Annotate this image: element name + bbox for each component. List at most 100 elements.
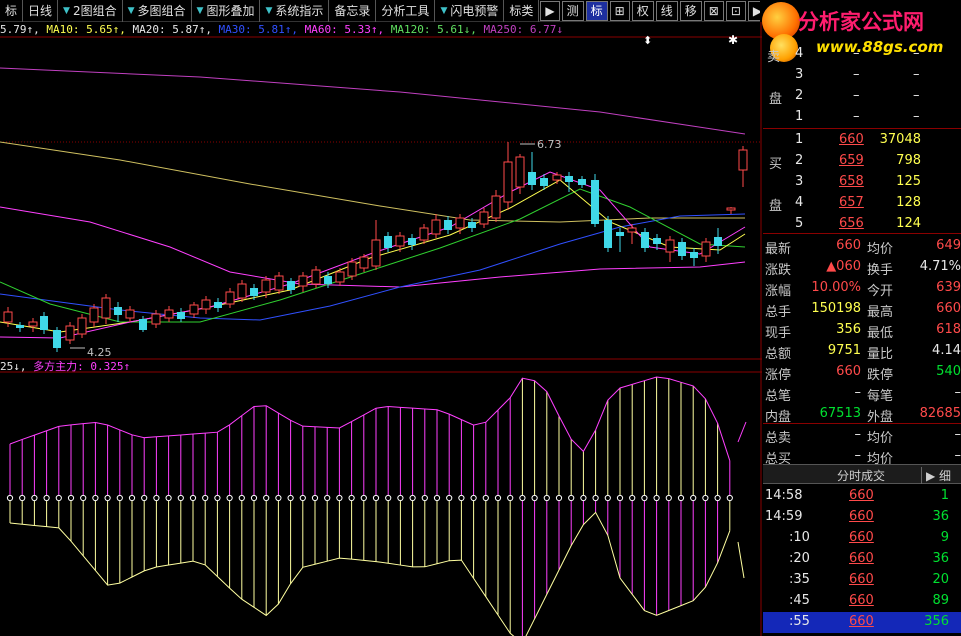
star-marker-icon: ✱ [728, 33, 738, 47]
tick-time: :45 [789, 593, 810, 608]
indicator-dot [604, 494, 611, 502]
candle-body [214, 302, 222, 308]
candle-body [665, 239, 675, 253]
toolbar-button-8[interactable]: ▼ 闪电预警 [435, 0, 505, 22]
measure-icon[interactable]: 测 [561, 1, 584, 21]
candle-body [359, 256, 369, 269]
indicator-dot [592, 494, 599, 502]
frame-icon[interactable]: ⊡ [725, 1, 746, 21]
dropdown-caret-icon: ▼ [440, 5, 448, 16]
indicator-dot [311, 494, 319, 502]
stat-row: 现手 356 最低 618 [763, 320, 961, 341]
tick-row: :55 660 356 [763, 612, 961, 633]
toolbar-button-5[interactable]: ▼ 系统指示 [260, 0, 330, 22]
level-number: 3 [795, 174, 804, 189]
stat-label: 最低 [867, 326, 894, 341]
indicator-dot [555, 494, 563, 502]
candle-body [491, 195, 501, 219]
candle-body [552, 174, 562, 181]
buy-level-row: 5 656 124 [763, 214, 961, 235]
stat-label: 均价 [867, 242, 894, 257]
stat-value: 649 [936, 238, 961, 253]
indicator-upper-line [9, 376, 731, 461]
mark-icon[interactable]: 标 [585, 1, 608, 21]
toolbar-button-label: 标 [5, 3, 18, 18]
candle-body [604, 220, 612, 248]
indicator-dot [214, 494, 221, 502]
move-icon[interactable]: 移 [679, 1, 702, 21]
dropdown-caret-icon: ▼ [127, 5, 135, 16]
level-number: 1 [795, 132, 804, 147]
stat-row: 总额 9751 量比 4.14 [763, 341, 961, 362]
indicator-dot [336, 494, 343, 502]
stat-value: – [854, 427, 862, 442]
candle-body [335, 271, 345, 283]
tick-volume: 89 [932, 593, 949, 608]
indicator-dot [726, 494, 733, 502]
legend-item: MA60: 5.33↑, [298, 23, 385, 36]
toolbar-button-7[interactable]: 分析工具 [376, 0, 436, 22]
tick-price: 660 [849, 572, 874, 587]
ticks-header-label[interactable]: 分时成交 [837, 467, 885, 484]
indicator-dot [141, 494, 148, 502]
indicator-dot [714, 494, 721, 502]
level-number: 4 [795, 46, 804, 61]
high-price-label: 6.73 [537, 138, 562, 151]
stat-label: 总手 [765, 305, 792, 320]
indicator-dot [409, 494, 416, 502]
level-price: – [853, 46, 860, 61]
tick-price: 660 [849, 614, 874, 629]
candle-body [395, 235, 405, 247]
stat-value: – [954, 427, 961, 442]
candle-body [65, 325, 75, 341]
kline-chart[interactable]: 6.734.25⬍ ✱ [0, 22, 762, 636]
candle-body [311, 269, 321, 285]
indicator-dot [116, 494, 123, 502]
stat-value: 356 [836, 322, 861, 337]
play-icon[interactable]: ▶ [540, 1, 560, 21]
indicator-dot [189, 494, 197, 502]
toolbar-button-label: 系统指示 [275, 3, 324, 18]
indicator-dot [433, 494, 441, 502]
candle-body [371, 239, 381, 267]
stat-label: 总额 [765, 347, 792, 362]
toolbar-button-3[interactable]: ▼ 多图组合 [123, 0, 192, 22]
indicator-dot [177, 494, 184, 502]
indicator-dot [421, 494, 428, 502]
toolbar-button-0[interactable]: 标 [0, 0, 24, 22]
level-volume: – [913, 88, 920, 103]
candle-body [201, 299, 211, 310]
stat-label: 最高 [867, 305, 894, 320]
stat-label: 今开 [867, 284, 894, 299]
ticks-detail-button[interactable]: ▶ 细 [921, 467, 951, 484]
line-icon[interactable]: 线 [655, 1, 678, 21]
candle-body [419, 227, 429, 241]
tick-price: 660 [849, 488, 874, 503]
stat-row: 总笔 – 每笔 – [763, 383, 961, 404]
legend-item: MA20: 5.87↑, [125, 23, 212, 36]
toolbar-button-6[interactable]: 备忘录 [329, 0, 377, 22]
toolbar-button-9[interactable]: 标类 [504, 0, 540, 22]
tick-row: :20 660 36 [763, 549, 961, 570]
toolbar-button-2[interactable]: ▼ 2图组合 [58, 0, 123, 22]
grid-icon[interactable]: ⊞ [609, 1, 630, 21]
box-icon[interactable]: ⊠ [703, 1, 724, 21]
stat-row: 涨跌 ▲060 换手 4.71% [763, 257, 961, 278]
stat-value: 639 [936, 280, 961, 295]
rights-icon[interactable]: 权 [631, 1, 654, 21]
dropdown-caret-icon: ▼ [63, 5, 70, 16]
toolbar-button-1[interactable]: 日线 [23, 0, 59, 22]
tick-row: :35 660 20 [763, 570, 961, 591]
candle-body [431, 219, 441, 235]
stat-row: 涨幅 10.00% 今开 639 [763, 278, 961, 299]
stat-row: 总手 150198 最高 660 [763, 299, 961, 320]
toolbar-button-label: 多图组合 [137, 3, 186, 18]
indicator-dot [6, 494, 14, 502]
tick-time: :20 [789, 551, 810, 566]
level-price: 659 [839, 153, 864, 168]
indicator-dot [165, 494, 172, 502]
level-price: 658 [839, 174, 864, 189]
ma250-line [0, 67, 746, 135]
tick-volume: 9 [940, 530, 949, 545]
toolbar-button-4[interactable]: ▼ 图形叠加 [192, 0, 261, 22]
